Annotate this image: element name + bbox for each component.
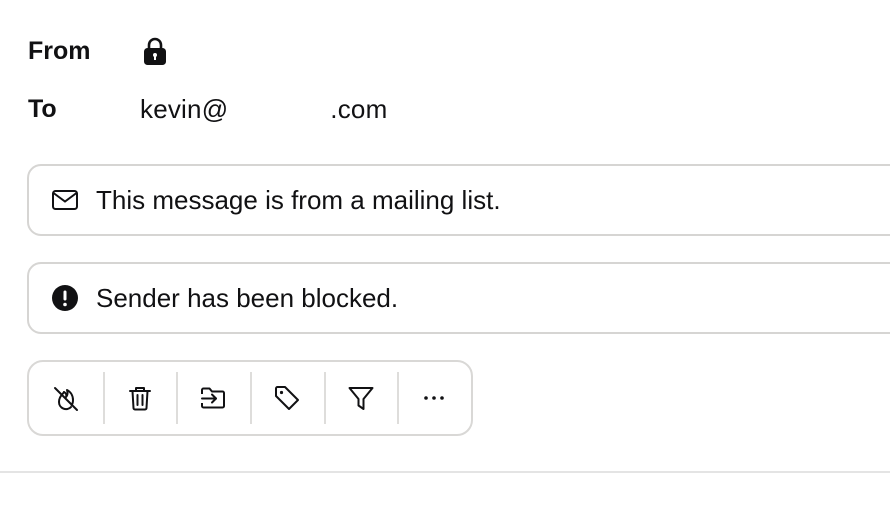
mail-icon: [50, 185, 80, 215]
trash-icon: [128, 387, 151, 411]
folder-move-icon: [201, 387, 226, 409]
to-label: To: [28, 94, 57, 123]
filter-button[interactable]: [323, 362, 398, 434]
recipient-prefix: kevin@: [140, 93, 229, 124]
alert-circle-icon: [50, 283, 80, 313]
mailing-list-banner: This message is from a mailing list.: [27, 164, 890, 236]
from-label: From: [28, 36, 91, 65]
unburn-button[interactable]: [29, 362, 103, 434]
tag-icon: [274, 386, 299, 410]
sender-blocked-banner: Sender has been blocked.: [27, 262, 890, 334]
lock-icon[interactable]: [142, 36, 168, 66]
filter-icon: [348, 387, 374, 410]
section-divider: [0, 471, 890, 473]
more-horizontal-icon: [424, 396, 444, 400]
from-row: From: [28, 32, 168, 70]
recipient-suffix: .com: [330, 93, 388, 124]
flame-off-icon: [53, 387, 78, 411]
sender-blocked-text: Sender has been blocked.: [96, 282, 399, 313]
delete-button[interactable]: [102, 362, 177, 434]
label-button[interactable]: [250, 362, 324, 434]
message-actions-toolbar: [27, 360, 473, 436]
recipient-address[interactable]: kevin@ .com: [140, 94, 387, 125]
mailing-list-text: This message is from a mailing list.: [96, 184, 501, 215]
move-to-folder-button[interactable]: [176, 362, 250, 434]
to-row: To kevin@ .com: [28, 90, 387, 128]
more-actions-button[interactable]: [397, 362, 471, 434]
